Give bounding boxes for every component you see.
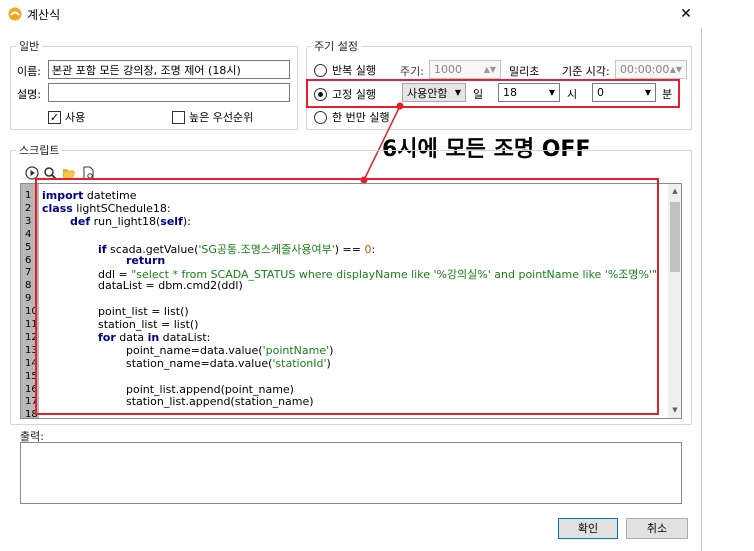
minute-label: 분 xyxy=(662,88,673,101)
line-number: 8 xyxy=(25,280,32,292)
scroll-down-icon[interactable]: ▼ xyxy=(670,406,680,416)
chevron-down-icon: ▼ xyxy=(644,88,651,97)
run-once-radio[interactable]: 한 번만 실행 xyxy=(314,109,390,125)
line-number: 2 xyxy=(25,202,32,214)
repeat-run-label: 반복 실행 xyxy=(332,64,376,77)
schedule-section-label: 주기 설정 xyxy=(311,38,361,54)
high-priority-label: 높은 우선순위 xyxy=(189,111,254,124)
base-time-input[interactable]: 00:00:00 ▲▼ xyxy=(615,60,687,79)
high-priority-checkbox[interactable]: 높은 우선순위 xyxy=(172,109,253,125)
fixed-run-label: 고정 실행 xyxy=(332,88,376,101)
fixed-run-dot xyxy=(314,87,327,101)
spin-icon: ▲▼ xyxy=(669,65,682,74)
line-number: 5 xyxy=(25,241,32,253)
ok-button[interactable]: 확인 xyxy=(558,518,618,539)
script-section-label: 스크립트 xyxy=(16,142,63,158)
line-number: 3 xyxy=(25,215,32,227)
hour-select-value: 18 xyxy=(503,86,517,99)
fixed-run-radio[interactable]: 고정 실행 xyxy=(314,86,376,102)
window-title: 계산식 xyxy=(27,8,61,22)
day-select-value: 사용안함 xyxy=(407,86,448,100)
period-input[interactable]: 1000 ▲▼ xyxy=(429,60,501,79)
minute-select-value: 0 xyxy=(597,86,604,99)
repeat-run-dot xyxy=(314,63,327,77)
line-number: 6 xyxy=(25,254,32,266)
base-time-value: 00:00:00 xyxy=(620,63,670,76)
chevron-down-icon: ▼ xyxy=(548,88,555,97)
description-input[interactable] xyxy=(48,83,290,102)
use-check-mark: ✓ xyxy=(48,110,61,124)
period-value: 1000 xyxy=(434,63,462,76)
day-select[interactable]: 사용안함 ▼ xyxy=(402,83,466,102)
cancel-button[interactable]: 취소 xyxy=(626,518,688,539)
line-number: 9 xyxy=(25,293,32,305)
minute-select[interactable]: 0 ▼ xyxy=(592,83,656,102)
hour-label: 시 xyxy=(567,88,578,101)
name-label: 이름: xyxy=(17,65,41,78)
close-button[interactable]: ✕ xyxy=(672,2,700,26)
scroll-up-icon[interactable]: ▲ xyxy=(670,187,680,197)
use-checkbox-label: 사용 xyxy=(65,111,86,124)
title-bar: 계산식 ✕ xyxy=(0,0,702,28)
run-once-dot xyxy=(314,110,327,124)
close-icon: ✕ xyxy=(680,6,692,22)
day-label: 일 xyxy=(473,88,484,101)
hour-select[interactable]: 18 ▼ xyxy=(498,83,560,102)
line-number: 4 xyxy=(25,228,32,240)
line-number: 1 xyxy=(25,190,32,201)
milliseconds-label: 밀리초 xyxy=(509,65,540,78)
dialog-window: 계산식 ✕ 일반 이름: 본관 포함 모든 강의장, 조명 제어 (18시) 설… xyxy=(0,0,702,551)
script-highlight xyxy=(35,178,659,415)
vertical-scrollbar[interactable]: ▲ ▼ xyxy=(668,184,681,418)
name-input[interactable]: 본관 포함 모든 강의장, 조명 제어 (18시) xyxy=(48,60,290,79)
line-number: 7 xyxy=(25,267,32,279)
scrollbar-thumb[interactable] xyxy=(670,202,680,272)
base-time-label: 기준 시각: xyxy=(562,65,610,78)
repeat-run-radio[interactable]: 반복 실행 xyxy=(314,62,376,78)
app-icon xyxy=(8,7,22,21)
spin-icon: ▲▼ xyxy=(483,65,496,74)
output-area[interactable] xyxy=(20,442,682,504)
chevron-down-icon: ▼ xyxy=(454,88,461,97)
general-section-label: 일반 xyxy=(16,38,43,54)
use-checkbox[interactable]: ✓ 사용 xyxy=(48,109,85,125)
description-label: 설명: xyxy=(17,88,41,101)
period-label: 주기: xyxy=(400,65,424,78)
run-once-label: 한 번만 실행 xyxy=(332,111,390,124)
high-priority-check-box xyxy=(172,110,185,124)
